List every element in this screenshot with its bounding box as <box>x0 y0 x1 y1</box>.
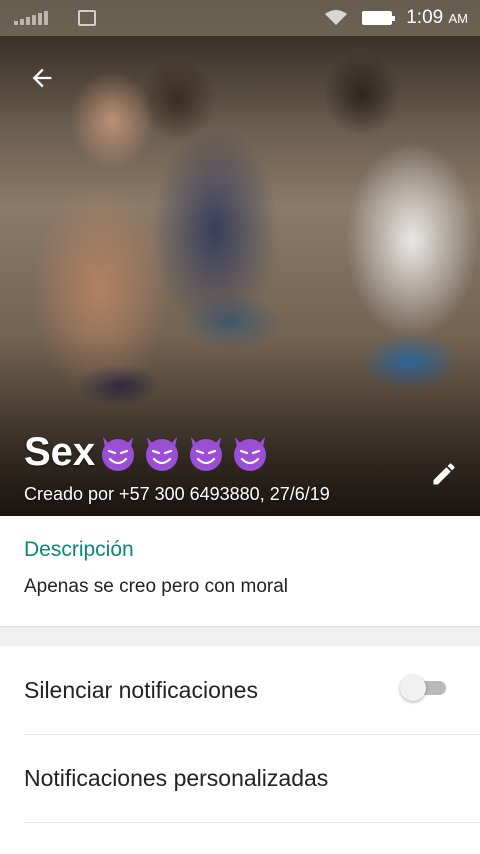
group-description-card[interactable]: Descripción Apenas se creo pero con mora… <box>0 516 480 627</box>
custom-notifications-row[interactable]: Notificaciones personalizadas <box>0 734 480 822</box>
group-name-text: Sex <box>24 429 96 474</box>
arrow-back-icon <box>32 68 52 88</box>
description-text: Apenas se creo pero con moral <box>24 576 289 597</box>
wifi-icon <box>325 10 348 25</box>
notification-settings-card: Silenciar notificaciones Notificaciones … <box>0 646 480 854</box>
image-notification-icon <box>78 10 96 26</box>
status-time: 1:09 AM <box>406 7 468 28</box>
edit-group-name-button[interactable] <box>424 454 464 494</box>
group-created-by: Creado por +57 300 6493880, 27/6/19 <box>24 484 330 504</box>
custom-notifications-label: Notificaciones personalizadas <box>24 764 329 791</box>
mute-notifications-toggle[interactable] <box>400 675 446 701</box>
smiling-devil-emoji-icon <box>234 437 267 471</box>
mute-notifications-label: Silenciar notificaciones <box>24 676 258 703</box>
description-title: Descripción <box>24 538 134 561</box>
mute-notifications-row[interactable]: Silenciar notificaciones <box>0 646 480 734</box>
status-bar: 1:09 AM <box>0 0 480 36</box>
back-button[interactable] <box>22 58 62 98</box>
battery-icon <box>362 11 396 25</box>
smiling-devil-emoji-icon <box>190 437 223 471</box>
row-divider <box>24 822 480 823</box>
signal-icon <box>14 11 68 25</box>
smiling-devil-emoji-icon <box>102 437 135 471</box>
group-name: Sex <box>24 428 271 476</box>
pencil-icon <box>433 463 455 485</box>
smiling-devil-emoji-icon <box>146 437 179 471</box>
toggle-thumb <box>400 675 426 701</box>
